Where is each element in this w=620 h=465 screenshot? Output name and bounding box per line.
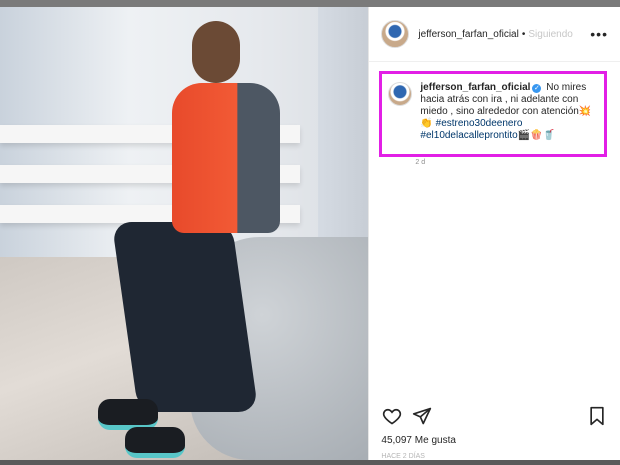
caption-emoji: 🎬🍿🥤: [517, 130, 556, 141]
bookmark-icon[interactable]: [586, 405, 608, 427]
caption-highlight-box: jefferson_farfan_oficial ✓ No mires hacia…: [379, 71, 608, 157]
photo-person-head: [192, 21, 240, 83]
photo-shoe: [98, 399, 158, 430]
author-avatar[interactable]: [381, 20, 410, 48]
follow-status-button[interactable]: Siguiendo: [528, 29, 572, 40]
photo-shoe: [125, 427, 185, 458]
instagram-post: jefferson_farfan_oficial • Siguiendo •••…: [0, 7, 620, 460]
author-username[interactable]: jefferson_farfan_oficial: [418, 29, 518, 40]
photo-person-torso: [172, 83, 280, 233]
header-separator: •: [521, 28, 526, 40]
caption-text: jefferson_farfan_oficial ✓ No mires hacia…: [420, 82, 596, 154]
post-actions: [381, 405, 608, 427]
photo-door: [318, 7, 369, 247]
post-header: jefferson_farfan_oficial • Siguiendo •••: [369, 7, 620, 62]
post-date: HACE 2 DÍAS: [381, 453, 425, 460]
caption-username[interactable]: jefferson_farfan_oficial: [420, 82, 530, 93]
heart-icon[interactable]: [381, 405, 403, 427]
caption-time: 2 d: [415, 159, 426, 166]
hashtag-link[interactable]: #estreno30deenero: [436, 118, 523, 129]
send-icon[interactable]: [411, 405, 433, 427]
post-photo[interactable]: [0, 7, 369, 460]
bottom-strip: [0, 460, 620, 465]
post-sidebar: jefferson_farfan_oficial • Siguiendo •••…: [368, 7, 620, 460]
caption-avatar[interactable]: [388, 82, 413, 106]
likes-count[interactable]: 45,097 Me gusta: [381, 435, 456, 446]
hashtag-link[interactable]: #el10delacalleprontito: [420, 130, 517, 141]
more-horizontal-icon[interactable]: •••: [590, 27, 608, 41]
verified-badge-icon: ✓: [532, 84, 542, 93]
